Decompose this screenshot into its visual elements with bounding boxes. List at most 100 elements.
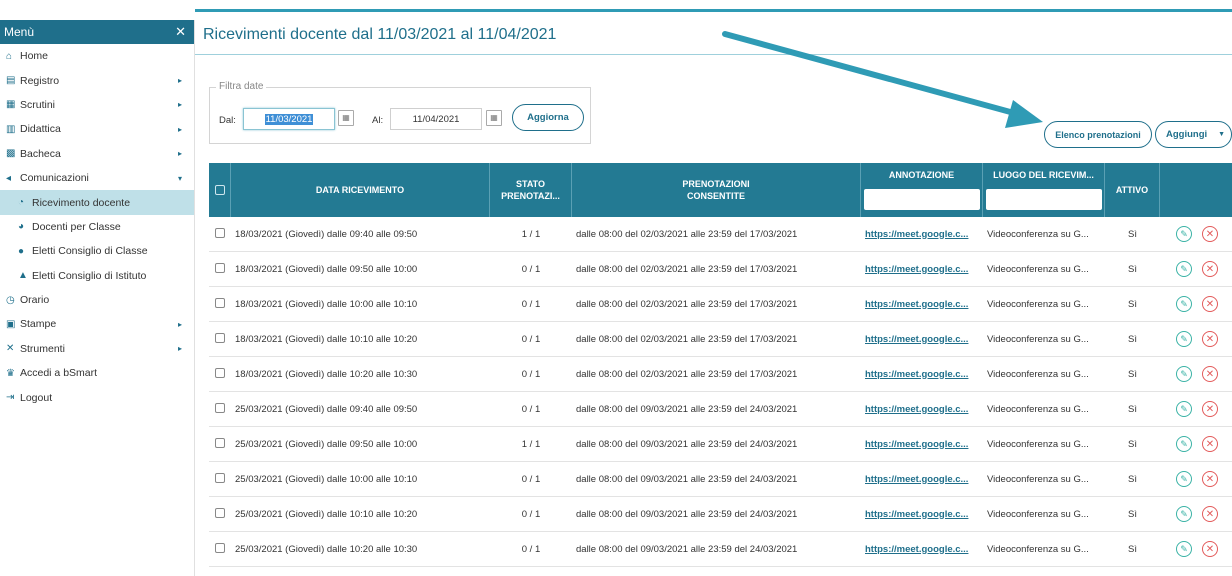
delete-icon[interactable]: ✕	[1202, 541, 1218, 557]
row-checkbox[interactable]	[215, 367, 225, 378]
header-date[interactable]: DATA RICEVIMENTO	[231, 163, 490, 217]
cell-date: 25/03/2021 (Giovedì) dalle 10:20 alle 10…	[235, 543, 418, 555]
delete-icon[interactable]: ✕	[1202, 226, 1218, 242]
table-body: 18/03/2021 (Giovedì) dalle 09:40 alle 09…	[209, 217, 1232, 567]
cell-annotation-link[interactable]: https://meet.google.c...	[861, 264, 983, 275]
table-row[interactable]: 18/03/2021 (Giovedì) dalle 09:40 alle 09…	[209, 217, 1232, 252]
sidebar-item-ricevimento-docente[interactable]: ◔ Ricevimento docente	[0, 190, 194, 215]
edit-icon[interactable]: ✎	[1176, 366, 1192, 382]
place-filter-input[interactable]	[985, 189, 1102, 210]
edit-icon[interactable]: ✎	[1176, 471, 1192, 487]
header-allowed[interactable]: PRENOTAZIONI CONSENTITE	[572, 163, 861, 217]
cell-state: 0 / 1	[521, 263, 541, 275]
sidebar-item-accedi-a-bsmart[interactable]: ♛ Accedi a bSmart	[0, 361, 194, 385]
edit-icon[interactable]: ✎	[1176, 226, 1192, 242]
sidebar-item-label: Orario	[20, 294, 50, 307]
table-row[interactable]: 18/03/2021 (Giovedì) dalle 10:10 alle 10…	[209, 322, 1232, 357]
row-checkbox[interactable]	[215, 402, 225, 413]
cell-annotation-link[interactable]: https://meet.google.c...	[861, 474, 983, 485]
edit-icon[interactable]: ✎	[1176, 541, 1192, 557]
header-active[interactable]: ATTIVO	[1105, 163, 1160, 217]
cell-active: Sì	[1128, 368, 1137, 380]
cell-active: Sì	[1128, 403, 1137, 415]
cell-annotation-link[interactable]: https://meet.google.c...	[861, 299, 983, 310]
delete-icon[interactable]: ✕	[1202, 261, 1218, 277]
row-checkbox[interactable]	[215, 542, 225, 553]
cell-date: 18/03/2021 (Giovedì) dalle 10:00 alle 10…	[235, 298, 418, 310]
cell-annotation-link[interactable]: https://meet.google.c...	[861, 439, 983, 450]
sidebar-item-bacheca[interactable]: ▩ Bacheca ▸	[0, 142, 194, 166]
sidebar-item-logout[interactable]: ⇥ Logout	[0, 385, 194, 409]
edit-icon[interactable]: ✎	[1176, 436, 1192, 452]
delete-icon[interactable]: ✕	[1202, 506, 1218, 522]
cell-actions: ✎ ✕	[1160, 401, 1232, 417]
cell-annotation-link[interactable]: https://meet.google.c...	[861, 404, 983, 415]
row-checkbox[interactable]	[215, 472, 225, 483]
cell-allowed: dalle 08:00 del 09/03/2021 alle 23:59 de…	[576, 403, 798, 415]
header-annotation[interactable]: ANNOTAZIONE	[861, 163, 983, 217]
cell-annotation-link[interactable]: https://meet.google.c...	[861, 509, 983, 520]
table-row[interactable]: 18/03/2021 (Giovedì) dalle 09:50 alle 10…	[209, 252, 1232, 287]
row-checkbox[interactable]	[215, 227, 225, 238]
edit-icon[interactable]: ✎	[1176, 506, 1192, 522]
cell-allowed: dalle 08:00 del 02/03/2021 alle 23:59 de…	[576, 298, 798, 310]
cell-allowed: dalle 08:00 del 09/03/2021 alle 23:59 de…	[576, 543, 798, 555]
delete-icon[interactable]: ✕	[1202, 471, 1218, 487]
sidebar-item-orario[interactable]: ◷ Orario	[0, 288, 194, 312]
sidebar-item-scrutini[interactable]: ▦ Scrutini ▸	[0, 93, 194, 117]
cell-actions: ✎ ✕	[1160, 436, 1232, 452]
edit-icon[interactable]: ✎	[1176, 331, 1192, 347]
cell-annotation-link[interactable]: https://meet.google.c...	[861, 229, 983, 240]
delete-icon[interactable]: ✕	[1202, 331, 1218, 347]
edit-icon[interactable]: ✎	[1176, 261, 1192, 277]
edit-icon[interactable]: ✎	[1176, 296, 1192, 312]
table-row[interactable]: 25/03/2021 (Giovedì) dalle 10:10 alle 10…	[209, 497, 1232, 532]
sidebar-item-eletti-consiglio-di-classe[interactable]: ● Eletti Consiglio di Classe	[0, 239, 194, 263]
sidebar: Menù ✕ ⌂ Home ▤ Registro ▸ ▦ Scrutini ▸ ▥ Didatti…	[0, 20, 195, 576]
cell-date: 25/03/2021 (Giovedì) dalle 10:10 alle 10…	[235, 508, 418, 520]
sidebar-item-home[interactable]: ⌂ Home	[0, 44, 194, 68]
sidebar-item-eletti-consiglio-di-istituto[interactable]: ▲ Eletti Consiglio di Istituto	[0, 264, 194, 288]
header-place[interactable]: LUOGO DEL RICEVIM...	[983, 163, 1105, 217]
row-select-cell	[209, 262, 231, 276]
bsmart-icon: ♛	[6, 367, 15, 379]
cell-annotation-link[interactable]: https://meet.google.c...	[861, 369, 983, 380]
table-row[interactable]: 18/03/2021 (Giovedì) dalle 10:00 alle 10…	[209, 287, 1232, 322]
sidebar-item-docenti-per-classe[interactable]: ◕ Docenti per Classe	[0, 215, 194, 239]
cell-allowed: dalle 08:00 del 02/03/2021 alle 23:59 de…	[576, 228, 798, 240]
delete-icon[interactable]: ✕	[1202, 436, 1218, 452]
delete-icon[interactable]: ✕	[1202, 366, 1218, 382]
close-icon[interactable]: ✕	[175, 24, 186, 40]
annotation-filter-input[interactable]	[863, 189, 980, 210]
table-row[interactable]: 25/03/2021 (Giovedì) dalle 10:20 alle 10…	[209, 532, 1232, 567]
table-row[interactable]: 25/03/2021 (Giovedì) dalle 09:40 alle 09…	[209, 392, 1232, 427]
row-checkbox[interactable]	[215, 262, 225, 273]
sidebar-item-registro[interactable]: ▤ Registro ▸	[0, 68, 194, 92]
cell-annotation-link[interactable]: https://meet.google.c...	[861, 334, 983, 345]
cell-active: Sì	[1128, 543, 1137, 555]
header-state-line1: STATO	[516, 179, 545, 189]
select-all-checkbox[interactable]	[214, 185, 225, 195]
table-row[interactable]: 18/03/2021 (Giovedì) dalle 10:20 alle 10…	[209, 357, 1232, 392]
chevron-down-icon: ▾	[177, 173, 182, 183]
meetings-table: DATA RICEVIMENTO STATO PRENOTAZI... PREN…	[209, 163, 1232, 567]
sidebar-item-comunicazioni[interactable]: ◂ Comunicazioni ▾	[0, 166, 194, 190]
row-checkbox[interactable]	[215, 437, 225, 448]
delete-icon[interactable]: ✕	[1202, 296, 1218, 312]
row-checkbox[interactable]	[215, 332, 225, 343]
edit-icon[interactable]: ✎	[1176, 401, 1192, 417]
cell-annotation-link[interactable]: https://meet.google.c...	[861, 544, 983, 555]
table-row[interactable]: 25/03/2021 (Giovedì) dalle 09:50 alle 10…	[209, 427, 1232, 462]
cell-allowed: dalle 08:00 del 09/03/2021 alle 23:59 de…	[576, 473, 798, 485]
sidebar-item-stampe[interactable]: ▣ Stampe ▸	[0, 312, 194, 336]
building-icon: ▲	[18, 270, 28, 282]
row-checkbox[interactable]	[215, 297, 225, 308]
header-state-line2: PRENOTAZI...	[501, 191, 560, 201]
sidebar-item-strumenti[interactable]: ✕ Strumenti ▸	[0, 337, 194, 361]
table-row[interactable]: 25/03/2021 (Giovedì) dalle 10:00 alle 10…	[209, 462, 1232, 497]
sidebar-item-didattica[interactable]: ▥ Didattica ▸	[0, 117, 194, 141]
row-checkbox[interactable]	[215, 507, 225, 518]
cell-date: 18/03/2021 (Giovedì) dalle 10:20 alle 10…	[235, 368, 418, 380]
delete-icon[interactable]: ✕	[1202, 401, 1218, 417]
header-state[interactable]: STATO PRENOTAZI...	[490, 163, 572, 217]
